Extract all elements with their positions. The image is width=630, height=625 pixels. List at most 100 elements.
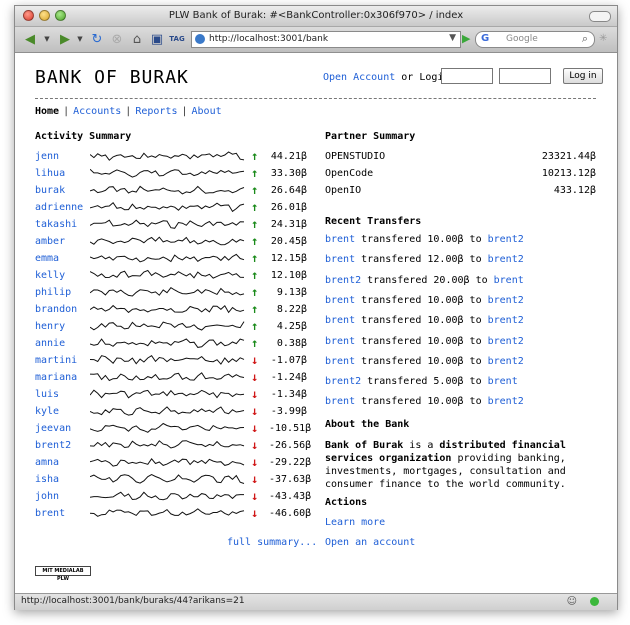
- title-bar: PLW Bank of Burak: #<BankController:0x30…: [15, 6, 617, 27]
- nav-home[interactable]: Home: [35, 106, 59, 117]
- login-button[interactable]: Log in: [563, 68, 603, 84]
- toolbar-toggle-icon[interactable]: [589, 11, 611, 22]
- transfer-to-link[interactable]: brent: [488, 376, 518, 387]
- nav-reports[interactable]: Reports: [135, 106, 177, 117]
- full-summary-link[interactable]: full summary...: [227, 537, 317, 548]
- transfer-to-link[interactable]: brent2: [488, 234, 524, 245]
- account-name-link[interactable]: luis: [35, 389, 59, 400]
- activity-sparkline: [90, 508, 245, 517]
- account-name-link[interactable]: brent: [35, 508, 65, 519]
- forward-arrow-icon[interactable]: ▶: [55, 31, 75, 47]
- transfer-from-link[interactable]: brent: [325, 315, 355, 326]
- activity-row: brent2 ↓ -26.56β: [35, 438, 315, 455]
- transfer-from-link[interactable]: brent: [325, 356, 355, 367]
- transfer-to-link[interactable]: brent2: [488, 336, 524, 347]
- account-name-link[interactable]: annie: [35, 338, 65, 349]
- account-name-link[interactable]: isha: [35, 474, 59, 485]
- activity-row: john ↓ -43.43β: [35, 489, 315, 506]
- account-name-link[interactable]: brandon: [35, 304, 77, 315]
- activity-row: takashi ↑ 24.31β: [35, 217, 315, 234]
- transfer-from-link[interactable]: brent: [325, 336, 355, 347]
- sparkline-path: [90, 422, 245, 433]
- down-arrow-icon: ↓: [251, 455, 259, 469]
- transfer-from-link[interactable]: brent: [325, 396, 355, 407]
- sparkline-path: [90, 389, 245, 399]
- address-bar[interactable]: http://localhost:3001/bank ▼: [191, 31, 461, 48]
- search-engine-icon[interactable]: G: [481, 33, 489, 44]
- open-account-link[interactable]: Open Account: [323, 72, 395, 83]
- transfer-amount: 10.00β: [427, 234, 464, 245]
- transfer-to-link[interactable]: brent2: [488, 396, 524, 407]
- account-name-link[interactable]: john: [35, 491, 59, 502]
- account-name-link[interactable]: burak: [35, 185, 65, 196]
- medialab-badge[interactable]: MIT MEDIALAB PLW: [35, 566, 91, 582]
- status-extension-icon[interactable]: ☺: [567, 596, 577, 607]
- account-name-link[interactable]: amber: [35, 236, 65, 247]
- account-name-link[interactable]: jenn: [35, 151, 59, 162]
- transfer-row: brent transfered 10.00β to brent2: [325, 315, 524, 332]
- password-input[interactable]: [499, 68, 551, 84]
- account-name-link[interactable]: amna: [35, 457, 59, 468]
- up-arrow-icon: ↑: [251, 336, 259, 350]
- activity-row: amna ↓ -29.22β: [35, 455, 315, 472]
- account-name-link[interactable]: martini: [35, 355, 77, 366]
- window-title: PLW Bank of Burak: #<BankController:0x30…: [168, 10, 464, 21]
- up-arrow-icon: ↑: [251, 234, 259, 248]
- search-placeholder[interactable]: Google: [506, 34, 538, 44]
- transfer-to-link[interactable]: brent2: [488, 356, 524, 367]
- account-name-link[interactable]: takashi: [35, 219, 77, 230]
- transfer-from-link[interactable]: brent2: [325, 275, 361, 286]
- favicon-icon: [195, 34, 205, 44]
- status-ok-icon[interactable]: [590, 597, 599, 606]
- activity-row: burak ↑ 26.64β: [35, 183, 315, 200]
- username-input[interactable]: [441, 68, 493, 84]
- activity-sparkline: [90, 457, 245, 467]
- transfer-to-link[interactable]: brent: [494, 275, 524, 286]
- account-name-link[interactable]: emma: [35, 253, 59, 264]
- transfer-from-link[interactable]: brent2: [325, 376, 361, 387]
- learn-more-link[interactable]: Learn more: [325, 517, 385, 528]
- forward-history-chevron-icon[interactable]: ▼: [76, 31, 84, 47]
- activity-row: adrienne ↑ 26.01β: [35, 200, 315, 217]
- home-icon[interactable]: ⌂: [129, 31, 145, 47]
- open-an-account-link[interactable]: Open an account: [325, 537, 415, 548]
- transfer-to-link[interactable]: brent2: [488, 295, 524, 306]
- account-name-link[interactable]: jeevan: [35, 423, 71, 434]
- partner-row: OpenIO 433.12β: [325, 183, 596, 200]
- activity-row: amber ↑ 20.45β: [35, 234, 315, 251]
- account-name-link[interactable]: brent2: [35, 440, 71, 451]
- bookmark-icon[interactable]: ▣: [149, 31, 165, 47]
- account-name-link[interactable]: philip: [35, 287, 71, 298]
- tag-icon[interactable]: TAG: [169, 31, 185, 47]
- account-name-link[interactable]: mariana: [35, 372, 77, 383]
- nav-accounts[interactable]: Accounts: [73, 106, 121, 117]
- address-dropdown-icon[interactable]: ▼: [449, 33, 456, 43]
- stop-icon[interactable]: ⊗: [109, 31, 125, 47]
- address-text[interactable]: http://localhost:3001/bank: [209, 34, 328, 44]
- account-name-link[interactable]: lihua: [35, 168, 65, 179]
- account-name-link[interactable]: kyle: [35, 406, 59, 417]
- transfer-to-link[interactable]: brent2: [488, 254, 524, 265]
- search-icon[interactable]: ⌕: [582, 32, 588, 46]
- activity-sparkline: [90, 338, 245, 348]
- go-arrow-icon[interactable]: ▶: [462, 32, 470, 45]
- transfer-from-link[interactable]: brent: [325, 234, 355, 245]
- transfer-to-label: to: [469, 376, 482, 388]
- activity-row: annie ↑ 0.38β: [35, 336, 315, 353]
- account-name-link[interactable]: adrienne: [35, 202, 83, 213]
- sparkline-path: [90, 168, 245, 178]
- transfer-verb: transfered: [361, 355, 422, 367]
- back-arrow-icon[interactable]: ◀: [19, 31, 41, 47]
- search-box[interactable]: G Google ⌕: [475, 31, 595, 48]
- up-arrow-icon: ↑: [251, 285, 259, 299]
- nav-about[interactable]: About: [192, 106, 222, 117]
- account-name-link[interactable]: henry: [35, 321, 65, 332]
- transfer-to-link[interactable]: brent2: [488, 315, 524, 326]
- refresh-icon[interactable]: ↻: [89, 31, 105, 47]
- transfer-from-link[interactable]: brent: [325, 295, 355, 306]
- account-name-link[interactable]: kelly: [35, 270, 65, 281]
- transfer-from-link[interactable]: brent: [325, 254, 355, 265]
- transfer-amount: 10.00β: [427, 396, 464, 408]
- transfer-verb: transfered: [361, 254, 422, 266]
- back-history-chevron-icon[interactable]: ▼: [43, 31, 51, 47]
